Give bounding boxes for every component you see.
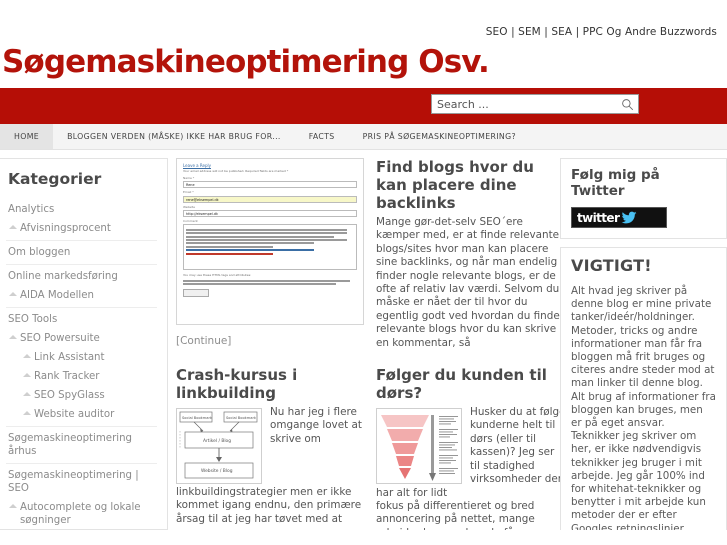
nav-item-home[interactable]: Home [0,124,54,149]
screenshot-label-comment: Comment [183,219,198,224]
post-crash-rest: linkbuildingstrategier men er ikke komme… [176,486,362,525]
screenshot-label-name: Name * [183,175,195,180]
screenshot-input-website: http://eksempel.dk [183,210,357,218]
post-crash-kursus: Crash-kursus i linkbuilding Social Bookm… [176,366,366,530]
svg-text:Social Bookmark: Social Bookmark [182,416,213,420]
sidebar-item-online-markedsforing[interactable]: Online markedsføring [6,264,157,286]
nav-item-pris[interactable]: Pris på søgemaskineoptimering? [349,124,530,149]
screenshot-note: Your email address will not be published… [183,169,289,174]
screenshot-input-name: Rene [183,181,357,189]
svg-text:Website / Blog: Website / Blog [201,468,233,474]
site-title-container: Søgemaskineoptimering Osv. [0,40,727,88]
post-folger-rest: fokus på differentieret og bred annoncer… [376,499,535,530]
sidebar-item-seo-powersuite[interactable]: SEO Powersuite [6,329,157,348]
post-body-find-blogs: Mange gør-det-selv SEO´ere kæmper med, e… [376,216,560,349]
screenshot-heading: Leave a Reply [183,163,211,168]
post-folger-du-kunden: Følger du kunden til dørs? Husker du at … [376,366,560,530]
post-row-bottom: Crash-kursus i linkbuilding Social Bookm… [176,366,560,530]
site-tagline: SEO | SEM | SEA | PPC Og Andre Buzzwords [485,26,717,38]
twitter-badge-label: twitter [577,210,620,225]
main-content: Leave a Reply Your email address will no… [168,158,560,530]
sidebar-item-om-bloggen[interactable]: Om bloggen [6,240,157,262]
post-title-find-blogs[interactable]: Find blogs hvor du kan placere dine back… [376,158,560,212]
nav-item-bloggen[interactable]: Bloggen verden (måske) ikke har brug for… [53,124,295,149]
screenshot-label-email: Email * [183,190,194,195]
post-screenshot: Leave a Reply Your email address will no… [176,158,366,350]
post-find-blogs: Find blogs hvor du kan placere dine back… [376,158,560,350]
sidebar-item-website-auditor[interactable]: Website auditor [6,405,157,424]
sidebar-item-soegemaskineoptimering-seo[interactable]: Søgemaskineoptimering | SEO [6,463,157,498]
important-widget-title: VIGTIGT! [571,256,652,275]
screenshot-textarea [183,224,357,271]
important-widget: VIGTIGT! Alt hvad jeg skriver på denne b… [560,247,727,530]
screenshot-submit-button [183,289,209,298]
search-input[interactable] [432,97,616,111]
sidebar-item-seo-tools[interactable]: SEO Tools [6,307,157,329]
nav-item-facts[interactable]: Facts [295,124,349,149]
sidebar-right: Følg mig på Twitter twitter VIGTIGT! Alt… [560,158,727,530]
twitter-badge-button[interactable]: twitter [571,207,667,228]
important-widget-body: Alt hvad jeg skriver på denne blog er mi… [571,285,716,530]
sidebar-item-soegemaskineoptimering-aarhus[interactable]: Søgemaskineoptimering århus [6,426,157,461]
sidebar-item-seo-spyglass[interactable]: SEO SpyGlass [6,386,157,405]
twitter-bird-icon [621,211,637,225]
sidebar-item-aida-modellen[interactable]: AIDA Modellen [6,286,157,305]
twitter-widget-title: Følg mig på Twitter [571,167,660,199]
post-title-crash-kursus[interactable]: Crash-kursus i linkbuilding [176,366,366,402]
screenshot-input-email: rene@eksempel.dk [183,195,357,203]
funnel-diagram-thumbnail[interactable] [376,408,462,485]
post-row-top: Leave a Reply Your email address will no… [176,158,560,350]
sidebar-item-rank-tracker[interactable]: Rank Tracker [6,367,157,386]
linkbuilding-diagram-thumbnail[interactable]: Social Bookmark Social Bookmark Artikel … [176,408,262,485]
post-folger-body: Husker du at følge kunderne helt til dør… [376,406,560,530]
continue-link[interactable]: [Continue] [176,335,366,347]
site-title[interactable]: Søgemaskineoptimering Osv. [2,42,727,82]
post-title-folger-du-kunden[interactable]: Følger du kunden til dørs? [376,366,560,402]
search-box[interactable] [431,94,639,114]
svg-text:Artikel / Blog: Artikel / Blog [203,438,231,444]
tagline-bar: SEO | SEM | SEA | PPC Og Andre Buzzwords [0,0,727,40]
twitter-widget: Følg mig på Twitter twitter [560,158,727,239]
sidebar-item-afvisningsprocent[interactable]: Afvisningsprocent [6,219,157,238]
sidebar-title: Kategorier [8,170,102,188]
main-navigation: Home Bloggen verden (måske) ikke har bru… [0,124,727,150]
sidebar-item-analytics[interactable]: Analytics [6,200,157,219]
screenshot-label-website: Website [183,204,195,209]
comment-form-screenshot[interactable]: Leave a Reply Your email address will no… [176,158,364,325]
category-list: Analytics Afvisningsprocent Om bloggen O… [6,200,157,529]
search-bar [0,88,727,124]
screenshot-allowed-note: You may use these HTML tags and attribut… [183,273,252,278]
post-crash-body: Social Bookmark Social Bookmark Artikel … [176,406,366,526]
sidebar-item-autocomplete[interactable]: Autocomplete og lokale søgninger [6,498,157,529]
search-icon[interactable] [616,95,638,113]
sidebar-item-link-assistant[interactable]: Link Assistant [6,348,157,367]
page-body: Kategorier Analytics Afvisningsprocent O… [0,150,727,530]
sidebar-categories: Kategorier Analytics Afvisningsprocent O… [0,158,168,530]
svg-text:Social Bookmark: Social Bookmark [226,416,257,420]
